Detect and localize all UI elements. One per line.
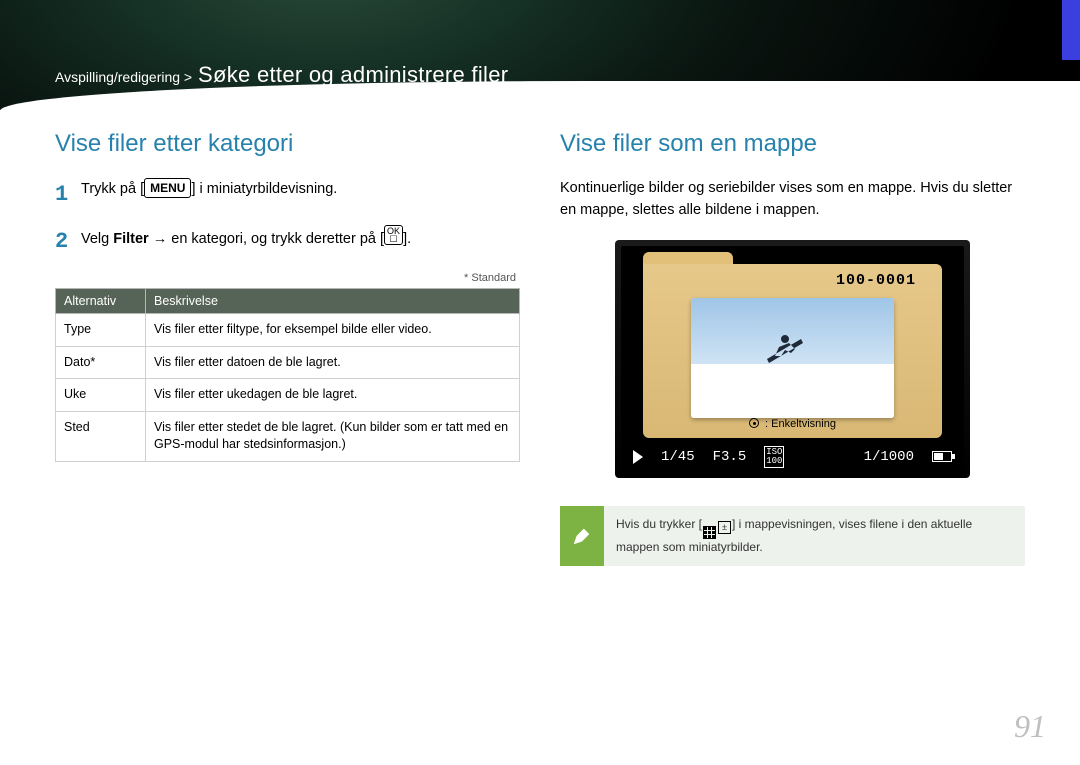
step-2-number: 2	[55, 225, 81, 258]
table-row: Sted Vis filer etter stedet de ble lagre…	[56, 411, 520, 461]
pen-icon	[560, 506, 604, 566]
table-row: Type Vis filer etter filtype, for eksemp…	[56, 314, 520, 347]
table-row: Uke Vis filer etter ukedagen de ble lagr…	[56, 379, 520, 412]
device-screen: 100-0001 : Enkeltvisning 1/45 F3.5 ISO10…	[621, 246, 964, 472]
table-row: Dato* Vis filer etter datoen de ble lagr…	[56, 346, 520, 379]
desc-cell: Vis filer etter ukedagen de ble lagret.	[146, 379, 520, 412]
step-2-text: Velg Filter → en kategori, og trykk dere…	[81, 225, 411, 258]
step-2: 2 Velg Filter → en kategori, og trykk de…	[55, 225, 520, 258]
device-preview: 100-0001 : Enkeltvisning 1/45 F3.5 ISO10…	[615, 240, 970, 478]
status-bar: 1/45 F3.5 ISO100 1/1000	[621, 442, 964, 472]
tip-pre: Hvis du trykker [	[616, 517, 702, 531]
th-description: Beskrivelse	[146, 289, 520, 314]
breadcrumb-section: Avspilling/redigering >	[55, 69, 192, 85]
page-number: 91	[1014, 708, 1046, 745]
exposure-icon: ±	[718, 521, 731, 534]
content-area: Vise filer etter kategori 1 Trykk på [ME…	[0, 110, 1080, 566]
left-column: Vise filer etter kategori 1 Trykk på [ME…	[55, 130, 520, 566]
header-accent	[1062, 0, 1080, 60]
right-heading: Vise filer som en mappe	[560, 130, 1025, 158]
right-column: Vise filer som en mappe Kontinuerlige bi…	[560, 130, 1025, 566]
options-table: Alternativ Beskrivelse Type Vis filer et…	[55, 288, 520, 462]
desc-cell: Vis filer etter datoen de ble lagret.	[146, 346, 520, 379]
step-1-number: 1	[55, 178, 81, 211]
step-1-text: Trykk på [MENU] i miniatyrbildevisning.	[81, 178, 337, 211]
status-count: 1/45	[661, 449, 695, 465]
opt-cell: Uke	[56, 379, 146, 412]
step1-post: ] i miniatyrbildevisning.	[191, 181, 337, 197]
status-shutter: 1/1000	[864, 449, 914, 465]
thumbnail-photo	[691, 298, 894, 418]
standard-note: * Standard	[55, 272, 520, 284]
step2-pre: Velg	[81, 231, 113, 247]
menu-button-label: MENU	[144, 178, 191, 198]
step2-post: ].	[403, 231, 411, 247]
opt-cell: Type	[56, 314, 146, 347]
desc-cell: Vis filer etter stedet de ble lagret. (K…	[146, 411, 520, 461]
th-option: Alternativ	[56, 289, 146, 314]
tip-text: Hvis du trykker [±] i mappevisningen, vi…	[604, 506, 1025, 566]
status-aperture: F3.5	[713, 449, 747, 465]
right-body: Kontinuerlige bilder og seriebilder vise…	[560, 178, 1025, 222]
desc-cell: Vis filer etter filtype, for eksempel bi…	[146, 314, 520, 347]
opt-cell: Dato*	[56, 346, 146, 379]
tip-box: Hvis du trykker [±] i mappevisningen, vi…	[560, 506, 1025, 566]
battery-icon	[932, 451, 952, 462]
step-1: 1 Trykk på [MENU] i miniatyrbildevisning…	[55, 178, 520, 211]
play-icon	[633, 450, 643, 464]
ok-button-label: OK☐	[384, 225, 403, 245]
snowboarder-icon	[761, 323, 811, 373]
step2-mid: → en kategori, og trykk deretter på [	[149, 231, 384, 247]
left-heading: Vise filer etter kategori	[55, 130, 520, 158]
caption-text: : Enkeltvisning	[762, 418, 836, 430]
folder-label: 100-0001	[836, 272, 916, 289]
page-header: Avspilling/redigering > Søke etter og ad…	[0, 0, 1080, 110]
step2-filter: Filter	[113, 231, 148, 247]
target-icon	[749, 418, 759, 428]
thumbnail-grid-icon	[703, 526, 716, 539]
iso-icon: ISO100	[764, 446, 784, 468]
step1-pre: Trykk på [	[81, 181, 144, 197]
opt-cell: Sted	[56, 411, 146, 461]
photo-caption: : Enkeltvisning	[621, 418, 964, 430]
